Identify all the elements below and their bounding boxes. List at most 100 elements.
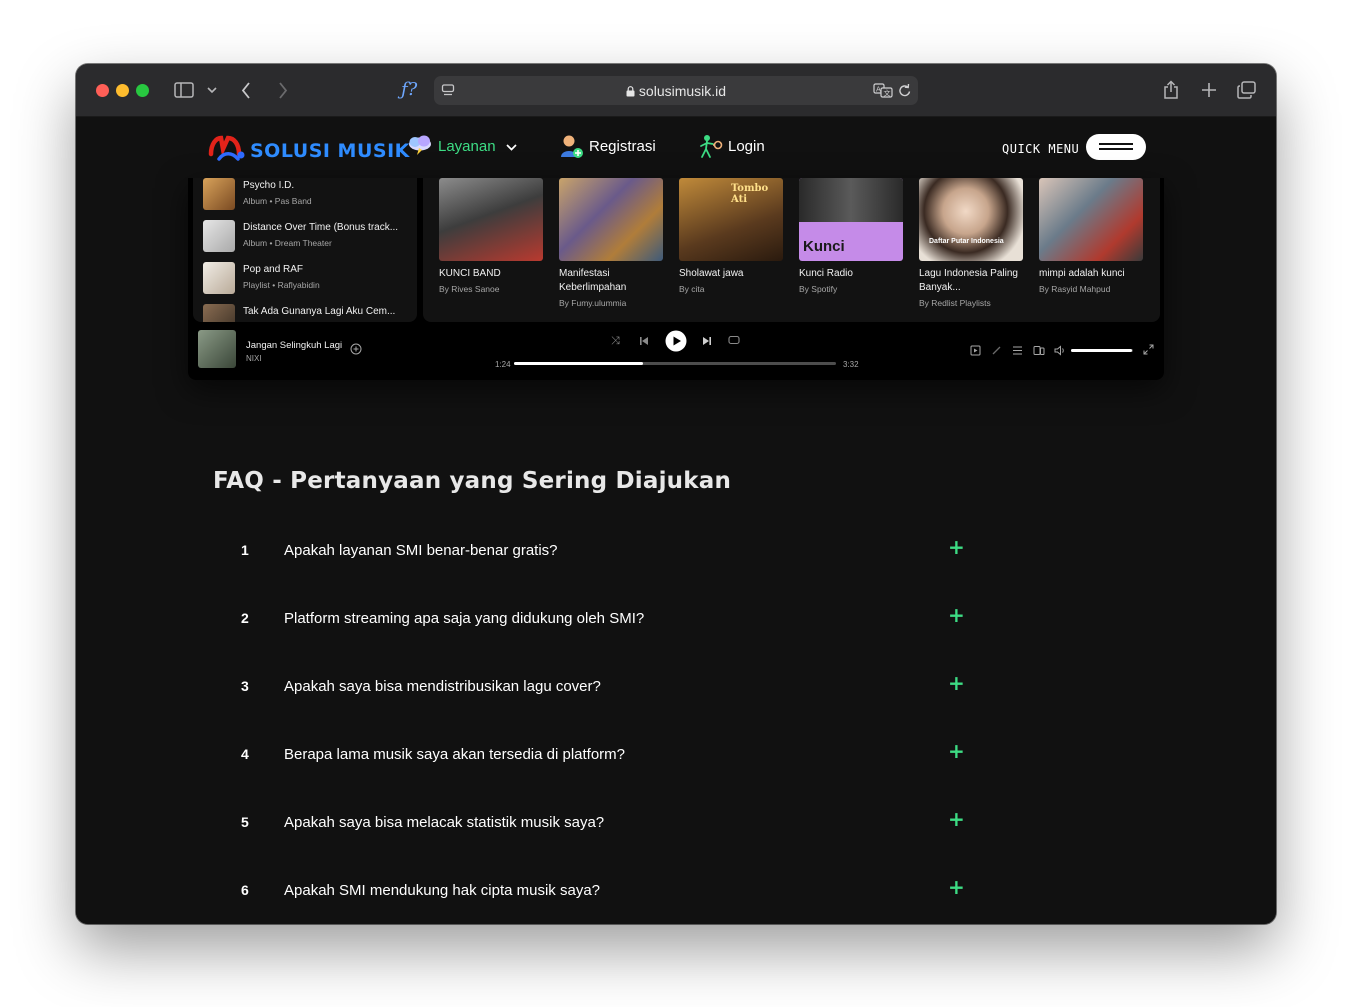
reader-icon[interactable]: ƒ? [401,81,417,99]
site-header: SOLUSI MUSIK Layanan Registrasi Login QU… [76,118,1276,178]
new-tab-icon[interactable] [1201,82,1217,98]
cloud-services-icon [409,135,431,155]
previous-icon[interactable] [639,336,649,346]
chevron-down-icon[interactable] [506,144,517,151]
faq-number: 3 [241,678,249,694]
nav-registrasi[interactable]: Registrasi [589,138,656,155]
browser-window: ƒ? solusimusik.id A 文 SOLUSI MUSIK Layan… [76,64,1276,924]
duration-time: 3:32 [843,360,859,369]
library-item-title: Psycho I.D. [243,180,295,191]
playlist-card-title: Lagu Indonesia Paling Banyak... [919,268,1018,293]
library-item-title: Pop and RAF [243,264,304,275]
library-item[interactable]: Psycho I.D. Album • Pas Band [203,178,413,212]
user-add-icon [561,135,583,158]
lyrics-icon[interactable] [991,345,1002,356]
web-page: SOLUSI MUSIK Layanan Registrasi Login QU… [76,118,1276,924]
playlist-card-subtitle: By Spotify [799,284,838,294]
site-logo-text[interactable]: SOLUSI MUSIK [250,140,410,162]
faq-question[interactable]: Apakah saya bisa mendistribusikan lagu c… [284,678,601,695]
nav-layanan[interactable]: Layanan [438,138,496,155]
fullscreen-icon[interactable] [1143,344,1154,355]
faq-question[interactable]: Apakah layanan SMI benar-benar gratis? [284,542,558,559]
now-playing-title[interactable]: Jangan Selingkuh Lagi [246,340,342,351]
faq-question[interactable]: Apakah saya bisa melacak statistik musik… [284,814,604,831]
playlist-card-cover: Tombo Ati [679,178,783,261]
faq-item[interactable]: 4 Berapa lama musik saya akan tersedia d… [236,739,966,786]
back-icon[interactable] [241,82,251,99]
expand-plus-icon[interactable]: + [948,807,965,831]
library-item-title: Distance Over Time (Bonus track... [243,222,399,233]
chevron-down-icon[interactable] [207,87,217,94]
tab-overview-icon[interactable] [1237,81,1256,99]
maximize-window-button[interactable] [136,84,149,97]
sidebar-icon[interactable] [174,82,194,98]
expand-plus-icon[interactable]: + [948,535,965,559]
library-item[interactable]: Pop and RAF Playlist • Raflyabidin [203,262,413,296]
connect-device-icon[interactable] [1033,345,1045,356]
now-playing-view-icon[interactable] [970,345,981,356]
nav-login[interactable]: Login [728,138,765,155]
close-window-button[interactable] [96,84,109,97]
playlist-card-title: mimpi adalah kunci [1039,268,1125,279]
library-item[interactable]: Tak Ada Gunanya Lagi Aku Cem... [203,304,413,322]
now-playing-cover[interactable] [198,330,236,368]
expand-plus-icon[interactable]: + [948,875,965,899]
faq-item[interactable]: 6 Apakah SMI mendukung hak cipta musik s… [236,875,966,922]
music-player-embed: Psycho I.D. Album • Pas Band Distance Ov… [188,178,1164,380]
library-item-subtitle: Album • Pas Band [243,196,312,206]
translate-icon[interactable]: A 文 [873,83,893,98]
faq-item[interactable]: 1 Apakah layanan SMI benar-benar gratis?… [236,535,966,582]
playlist-card-title: Kunci Radio [799,268,853,279]
playlist-card-subtitle: By Rasyid Mahpud [1039,284,1111,294]
playlist-card-subtitle: By Rives Sanoe [439,284,500,294]
playlist-card-subtitle: By Fumy.ulummia [559,298,627,308]
svg-text:文: 文 [884,89,891,98]
faq-number: 4 [241,746,249,762]
forward-icon[interactable] [278,82,288,99]
faq-question[interactable]: Apakah SMI mendukung hak cipta musik say… [284,882,600,899]
quick-menu-button[interactable] [1086,134,1146,160]
expand-plus-icon[interactable]: + [948,603,965,627]
expand-plus-icon[interactable]: + [948,671,965,695]
volume-slider[interactable] [1071,349,1133,352]
add-to-library-icon[interactable] [350,343,362,355]
library-item-cover [203,220,235,252]
faq-item[interactable]: 3 Apakah saya bisa mendistribusikan lagu… [236,671,966,718]
playlist-card-title: Manifestasi Keberlimpahan [559,268,627,293]
shuffle-icon[interactable]: ⤨ [611,335,620,346]
faq-item[interactable]: 5 Apakah saya bisa melacak statistik mus… [236,807,966,854]
solusi-musik-logo-icon[interactable] [208,132,246,164]
playlist-card-cover [1039,178,1143,261]
library-item-cover [203,304,235,322]
volume-fill [1071,349,1132,352]
url-text: solusimusik.id [638,83,727,99]
faq-number: 6 [241,882,249,898]
library-item[interactable]: Distance Over Time (Bonus track... Album… [203,220,413,254]
faq-number: 1 [241,542,249,558]
minimize-window-button[interactable] [116,84,129,97]
queue-icon[interactable] [1012,345,1023,356]
next-icon[interactable] [702,336,712,346]
faq-item[interactable]: 2 Platform streaming apa saja yang diduk… [236,603,966,650]
hamburger-icon [1099,143,1133,145]
play-button[interactable] [665,330,687,352]
reload-icon[interactable] [898,83,912,98]
playlist-card-subtitle: By Redlist Playlists [919,298,991,308]
repeat-icon[interactable] [728,335,740,346]
now-playing-artist[interactable]: NIXI [246,354,262,363]
playlist-card-cover [439,178,543,261]
share-icon[interactable] [1163,80,1179,100]
quick-menu-label[interactable]: QUICK MENU [1002,142,1079,156]
playlist-card-title: Sholawat jawa [679,268,744,279]
playlist-card-title: KUNCI BAND [439,268,501,279]
playlist-card-cover: Daftar Putar Indonesia [919,178,1023,261]
expand-plus-icon[interactable]: + [948,739,965,763]
svg-text:A: A [876,86,881,94]
faq-question[interactable]: Berapa lama musik saya akan tersedia di … [284,746,625,763]
faq-question[interactable]: Platform streaming apa saja yang didukun… [284,610,644,627]
progress-bar[interactable] [514,362,836,365]
address-bar[interactable]: solusimusik.id A 文 [434,76,918,105]
volume-icon[interactable] [1054,345,1066,356]
library-item-cover [203,178,235,210]
playlist-cards: KUNCI BAND By Rives Sanoe Manifestasi Ke… [423,178,1160,322]
